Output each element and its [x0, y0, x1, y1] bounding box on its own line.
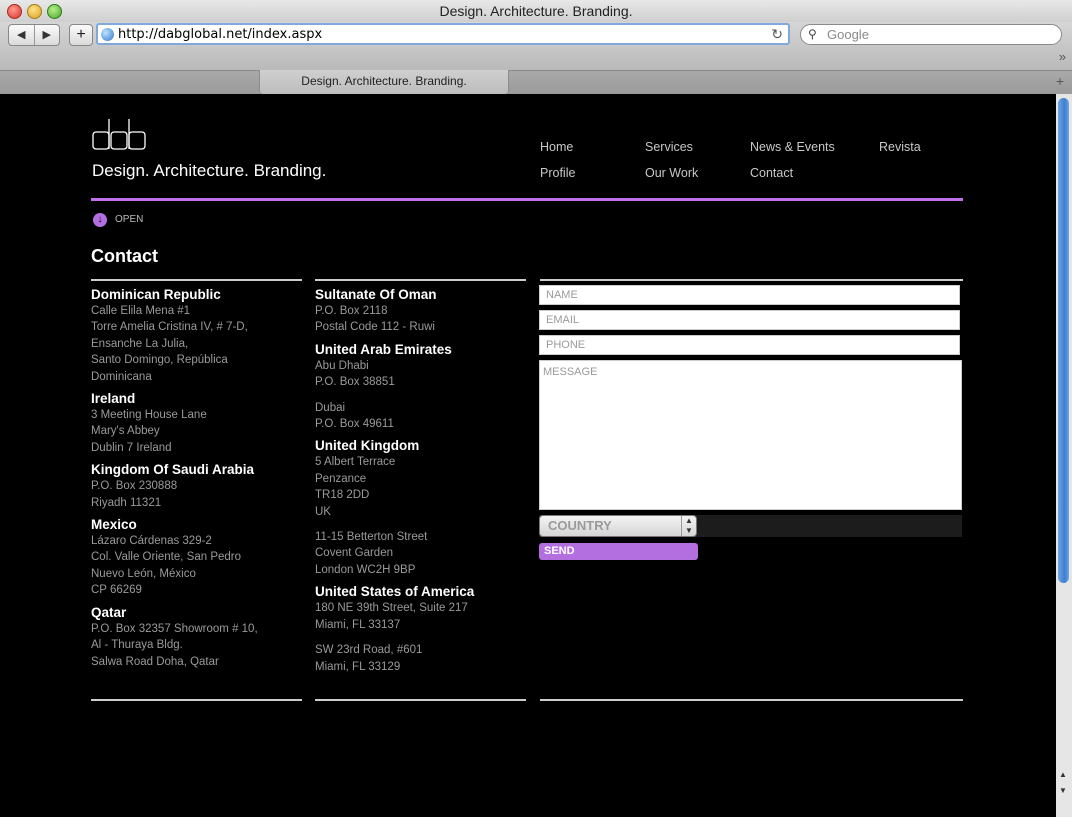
office-block: Dominican Republic Calle Elila Mena #1 T…	[91, 287, 302, 385]
address-line: Salwa Road Doha, Qatar	[91, 655, 219, 668]
office-country: United Arab Emirates	[315, 341, 452, 357]
address-line: UK	[315, 505, 331, 518]
office-block: Mexico Lázaro Cárdenas 329-2 Col. Valle …	[91, 517, 302, 599]
address-line: P.O. Box 38851	[315, 376, 395, 389]
office-country: Mexico	[91, 517, 137, 533]
address-line: Lázaro Cárdenas 329-2	[91, 535, 212, 548]
office-country: Sultanate Of Oman	[315, 287, 437, 302]
search-icon: ⚲	[808, 27, 817, 41]
office-block: United States of America 180 NE 39th Str…	[315, 584, 526, 675]
address-line: P.O. Box 49611	[315, 418, 394, 431]
nav-home[interactable]: Home	[540, 140, 573, 154]
tab-bar: Design. Architecture. Branding. +	[0, 70, 1072, 95]
office-block: Qatar P.O. Box 32357 Showroom # 10, Al -…	[91, 605, 302, 670]
office-country: Kingdom Of Saudi Arabia	[91, 462, 255, 478]
scroll-down-arrow-icon[interactable]: ▼	[1059, 786, 1067, 795]
window-titlebar: Design. Architecture. Branding.	[0, 0, 1072, 23]
address-line: Ensanche La Julia,	[91, 337, 189, 350]
address-line: P.O. Box 2118	[315, 305, 388, 317]
nav-revista[interactable]: Revista	[879, 140, 921, 154]
search-input[interactable]: ⚲ Google	[800, 24, 1062, 45]
name-field[interactable]: NAME	[539, 285, 960, 305]
add-bookmark-button[interactable]: +	[69, 24, 93, 46]
address-line: CP 66269	[91, 584, 142, 597]
office-block: Kingdom Of Saudi Arabia P.O. Box 230888 …	[91, 462, 302, 511]
address-line: Santo Domingo, República	[91, 354, 228, 367]
page-content: dab Design. Architecture. Branding. Home…	[0, 94, 1056, 817]
arrow-down-circle-icon[interactable]: ↓	[93, 213, 107, 227]
globe-icon	[101, 28, 114, 41]
bookmarks-overflow-icon[interactable]: »	[1059, 49, 1066, 64]
back-forward-buttons: ◀ ▶	[8, 24, 60, 46]
email-field[interactable]: EMAIL	[539, 310, 960, 330]
office-block: United Arab Emirates Abu Dhabi P.O. Box …	[315, 342, 526, 433]
window-title: Design. Architecture. Branding.	[439, 3, 633, 19]
updown-arrow-icon: ▲ ▼	[681, 516, 696, 536]
country-select-value: COUNTRY	[548, 518, 612, 533]
address-line: Mary's Abbey	[91, 425, 160, 438]
address-line: Al - Thuraya Bldg.	[91, 639, 183, 652]
address-line: 5 Albert Terrace	[315, 456, 396, 469]
offices-column-1: Dominican Republic Calle Elila Mena #1 T…	[91, 279, 302, 701]
phone-field[interactable]: PHONE	[539, 335, 960, 355]
address-line: Covent Garden	[315, 547, 393, 560]
address-line: Dubai	[315, 401, 346, 414]
address-line: Postal Code 112 - Ruwi	[315, 321, 435, 334]
nav-profile[interactable]: Profile	[540, 166, 575, 180]
address-line: TR18 2DD	[315, 489, 370, 502]
search-placeholder: Google	[827, 27, 869, 42]
browser-toolbar: ◀ ▶ + http://dabglobal.net/index.aspx ↻ …	[0, 22, 1072, 70]
address-line: Dominicana	[91, 370, 152, 383]
back-icon[interactable]: ◀	[9, 25, 35, 45]
offices-column-2: Sultanate Of Oman P.O. Box 2118 Postal C…	[315, 279, 526, 701]
url-text[interactable]: http://dabglobal.net/index.aspx	[118, 27, 322, 42]
address-line: 180 NE 39th Street, Suite 217	[315, 602, 468, 615]
tab-active[interactable]: Design. Architecture. Branding.	[259, 70, 509, 95]
nav-our-work[interactable]: Our Work	[645, 166, 698, 180]
office-country: Ireland	[91, 391, 136, 407]
scroll-up-arrow-icon[interactable]: ▲	[1059, 770, 1067, 779]
site-tagline: Design. Architecture. Branding.	[92, 161, 327, 180]
address-line: Calle Elila Mena #1	[91, 305, 191, 317]
header-divider	[91, 198, 963, 201]
new-tab-icon[interactable]: +	[1056, 73, 1064, 89]
address-line: 11-15 Betterton Street	[315, 531, 428, 544]
open-toggle-label[interactable]: OPEN	[115, 214, 143, 225]
address-line: Riyadh 11321	[91, 496, 162, 509]
nav-services[interactable]: Services	[645, 140, 693, 154]
send-button[interactable]: SEND	[539, 543, 698, 560]
office-country: United Kingdom	[315, 438, 420, 454]
address-line: Miami, FL 33137	[315, 618, 401, 631]
nav-news-events[interactable]: News & Events	[750, 140, 835, 154]
address-line: Col. Valle Oriente, San Pedro	[91, 551, 242, 564]
scrollbar-thumb[interactable]	[1058, 98, 1069, 583]
address-line: P.O. Box 32357 Showroom # 10,	[91, 622, 258, 635]
message-textarea[interactable]: MESSAGE	[539, 360, 962, 510]
office-block: Ireland 3 Meeting House Lane Mary's Abbe…	[91, 391, 302, 456]
office-block: Sultanate Of Oman P.O. Box 2118 Postal C…	[315, 287, 526, 336]
address-line: Torre Amelia Cristina IV, # 7-D,	[91, 321, 248, 334]
office-country: Qatar	[91, 604, 127, 620]
office-block: United Kingdom 5 Albert Terrace Penzance…	[315, 438, 526, 578]
address-line: Nuevo León, México	[91, 567, 196, 580]
country-select[interactable]: COUNTRY ▲ ▼	[539, 515, 697, 537]
page-title: Contact	[91, 246, 158, 266]
office-country: United States of America	[315, 584, 475, 600]
address-line: Abu Dhabi	[315, 359, 369, 372]
address-line: Miami, FL 33129	[315, 660, 401, 673]
address-line: 3 Meeting House Lane	[91, 409, 207, 422]
vertical-scrollbar[interactable]: ▲ ▼	[1055, 94, 1072, 817]
address-line: Penzance	[315, 472, 367, 485]
office-country: Dominican Republic	[91, 287, 221, 302]
reload-icon[interactable]: ↻	[771, 26, 783, 43]
address-line: P.O. Box 230888	[91, 480, 178, 493]
forward-icon[interactable]: ▶	[35, 25, 60, 45]
address-line: SW 23rd Road, #601	[315, 644, 423, 657]
nav-contact[interactable]: Contact	[750, 166, 793, 180]
logo-text: dab	[92, 117, 94, 118]
address-line: Dublin 7 Ireland	[91, 441, 172, 454]
address-line: London WC2H 9BP	[315, 563, 416, 576]
address-bar[interactable]: http://dabglobal.net/index.aspx ↻	[96, 23, 790, 45]
dab-logo[interactable]: dab	[92, 117, 146, 151]
